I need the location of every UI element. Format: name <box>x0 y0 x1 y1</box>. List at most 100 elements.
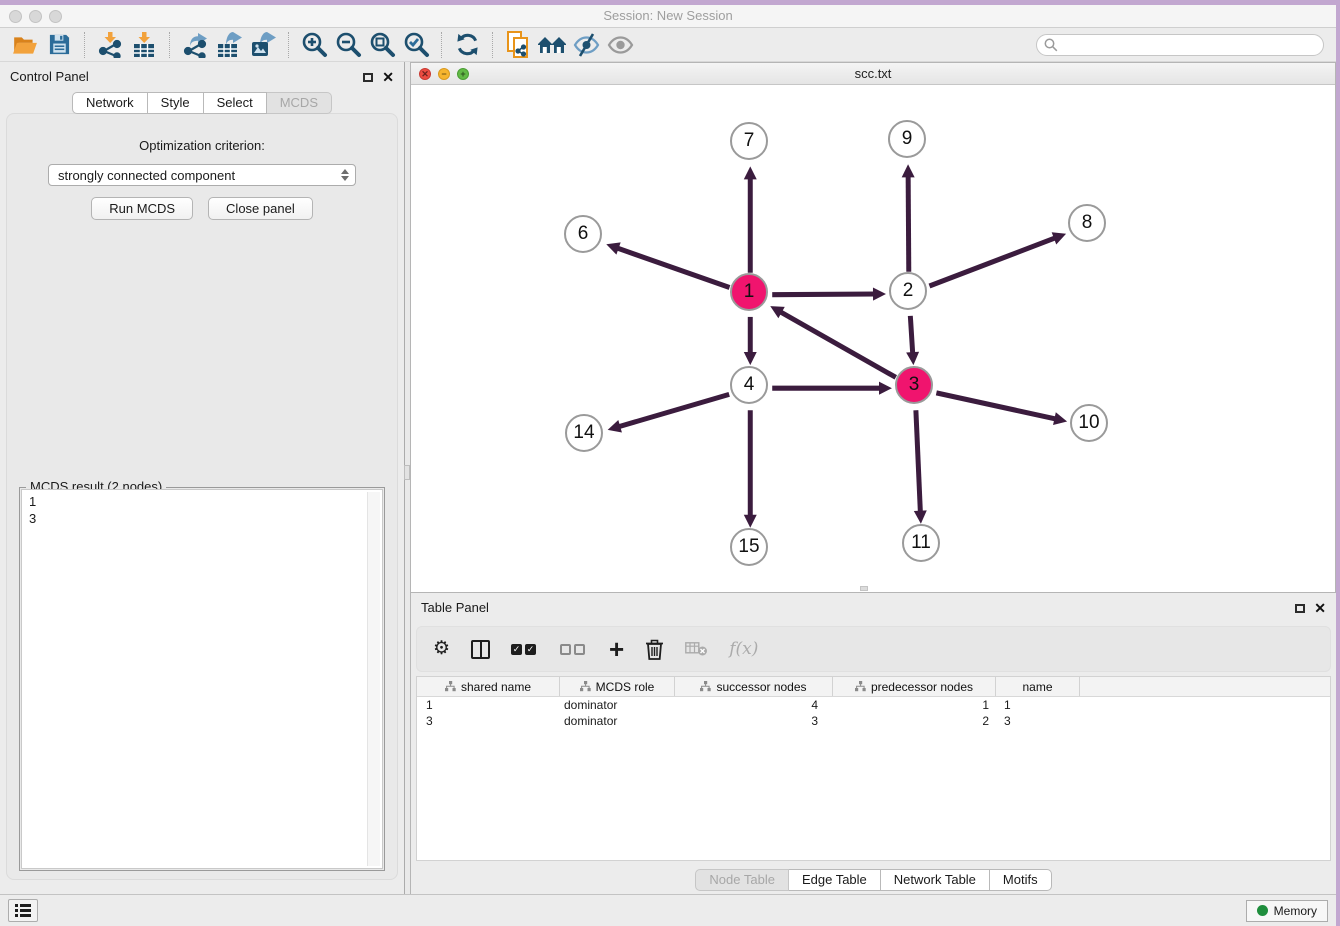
zoom-in-button[interactable] <box>297 30 331 60</box>
graph-node-9[interactable]: 9 <box>888 120 926 158</box>
export-table-button[interactable] <box>212 30 246 60</box>
edge-3-10[interactable] <box>936 393 1057 419</box>
run-mcds-button[interactable]: Run MCDS <box>91 197 193 220</box>
zoom-fit-icon <box>369 31 396 58</box>
table-row[interactable]: 3 dominator 3 2 3 <box>417 713 1330 729</box>
mcds-result-textarea[interactable]: 1 3 <box>21 489 383 869</box>
arrowhead-icon <box>906 352 919 365</box>
network-canvas[interactable]: 7 9 6 8 1 2 4 3 14 10 15 11 <box>411 85 1335 592</box>
export-image-button[interactable] <box>246 30 280 60</box>
graph-node-4[interactable]: 4 <box>730 366 768 404</box>
column-header-predecessor-nodes[interactable]: predecessor nodes <box>833 677 996 696</box>
tab-mcds[interactable]: MCDS <box>267 92 332 114</box>
function-builder-button[interactable]: f(x) <box>729 639 758 659</box>
tab-select[interactable]: Select <box>204 92 267 114</box>
tab-node-table[interactable]: Node Table <box>695 869 789 891</box>
cell-predecessor-nodes[interactable]: 2 <box>833 714 996 728</box>
cell-mcds-role[interactable]: dominator <box>560 698 675 712</box>
show-all-button[interactable] <box>603 30 637 60</box>
minimize-window-button[interactable] <box>29 10 42 23</box>
houses-button[interactable] <box>535 30 569 60</box>
close-network-button[interactable]: ✕ <box>419 68 431 80</box>
column-header-mcds-role[interactable]: MCDS role <box>560 677 675 696</box>
maximize-window-button[interactable] <box>49 10 62 23</box>
float-panel-icon[interactable] <box>363 73 373 82</box>
cell-predecessor-nodes[interactable]: 1 <box>833 698 996 712</box>
edge-3-1[interactable] <box>779 311 896 377</box>
task-history-button[interactable] <box>8 899 38 922</box>
cell-name[interactable]: 3 <box>996 714 1080 728</box>
edge-4-14[interactable] <box>617 394 729 427</box>
search-input[interactable] <box>1063 36 1323 54</box>
cell-name[interactable]: 1 <box>996 698 1080 712</box>
duplicate-network-button[interactable] <box>501 30 535 60</box>
memory-button[interactable]: Memory <box>1246 900 1328 922</box>
delete-column-button[interactable] <box>685 642 708 656</box>
graph-node-6[interactable]: 6 <box>564 215 602 253</box>
result-scrollbar[interactable] <box>367 492 380 866</box>
table-toolbar: ⚙ ✓✓ + f(x) <box>416 626 1331 672</box>
cell-successor-nodes[interactable]: 4 <box>675 698 833 712</box>
deselect-all-button[interactable] <box>560 644 588 655</box>
graph-node-8[interactable]: 8 <box>1068 204 1106 242</box>
delete-button[interactable] <box>645 639 664 660</box>
edge-1-2[interactable] <box>772 294 876 295</box>
export-network-button[interactable] <box>178 30 212 60</box>
zoom-fit-button[interactable] <box>365 30 399 60</box>
column-header-shared-name[interactable]: shared name <box>417 677 560 696</box>
cell-shared-name[interactable]: 1 <box>417 698 560 712</box>
close-window-button[interactable] <box>9 10 22 23</box>
close-panel-button[interactable]: Close panel <box>208 197 313 220</box>
graph-node-7[interactable]: 7 <box>730 122 768 160</box>
minimize-network-button[interactable]: − <box>438 68 450 80</box>
cell-shared-name[interactable]: 3 <box>417 714 560 728</box>
edge-1-6[interactable] <box>616 248 730 288</box>
float-table-panel-icon[interactable] <box>1295 604 1305 613</box>
zoom-out-button[interactable] <box>331 30 365 60</box>
node-table[interactable]: shared name MCDS role successor nodes pr… <box>416 676 1331 861</box>
save-session-button[interactable] <box>42 30 76 60</box>
select-all-button[interactable]: ✓✓ <box>511 644 539 655</box>
import-table-button[interactable] <box>127 30 161 60</box>
graph-node-14[interactable]: 14 <box>565 414 603 452</box>
graph-node-10[interactable]: 10 <box>1070 404 1108 442</box>
tab-style[interactable]: Style <box>148 92 204 114</box>
zoom-network-button[interactable]: + <box>457 68 469 80</box>
graph-node-1[interactable]: 1 <box>730 273 768 311</box>
split-divider[interactable] <box>404 62 410 894</box>
split-pane-button[interactable] <box>471 640 490 659</box>
column-header-name[interactable]: name <box>996 677 1080 696</box>
canvas-hscroll-thumb[interactable] <box>860 586 868 591</box>
divider-grip[interactable] <box>404 465 410 480</box>
edge-2-8[interactable] <box>929 237 1056 286</box>
graph-node-15[interactable]: 15 <box>730 528 768 566</box>
search-box[interactable] <box>1036 34 1324 56</box>
graph-node-11[interactable]: 11 <box>902 524 940 562</box>
cell-mcds-role[interactable]: dominator <box>560 714 675 728</box>
refresh-button[interactable] <box>450 30 484 60</box>
control-panel-title: Control Panel <box>10 69 89 84</box>
close-panel-icon[interactable]: ✕ <box>382 72 394 82</box>
hide-selected-button[interactable] <box>569 30 603 60</box>
tab-network-table[interactable]: Network Table <box>881 869 990 891</box>
tab-edge-table[interactable]: Edge Table <box>789 869 881 891</box>
graph-node-2[interactable]: 2 <box>889 272 927 310</box>
houses-icon <box>537 34 567 56</box>
tab-motifs[interactable]: Motifs <box>990 869 1052 891</box>
column-header-successor-nodes[interactable]: successor nodes <box>675 677 833 696</box>
list-icon <box>15 904 31 917</box>
cell-successor-nodes[interactable]: 3 <box>675 714 833 728</box>
table-settings-button[interactable]: ⚙ <box>433 639 450 659</box>
add-column-button[interactable]: + <box>609 639 624 659</box>
tab-network[interactable]: Network <box>72 92 148 114</box>
zoom-selected-button[interactable] <box>399 30 433 60</box>
close-table-panel-icon[interactable]: ✕ <box>1314 603 1326 613</box>
graph-node-3[interactable]: 3 <box>895 366 933 404</box>
edge-3-11[interactable] <box>916 410 921 513</box>
optimization-criterion-select[interactable]: strongly connected component <box>48 164 356 186</box>
edge-2-9[interactable] <box>908 174 909 271</box>
edge-2-3[interactable] <box>910 316 912 355</box>
import-network-button[interactable] <box>93 30 127 60</box>
table-row[interactable]: 1 dominator 4 1 1 <box>417 697 1330 713</box>
open-session-button[interactable] <box>8 30 42 60</box>
